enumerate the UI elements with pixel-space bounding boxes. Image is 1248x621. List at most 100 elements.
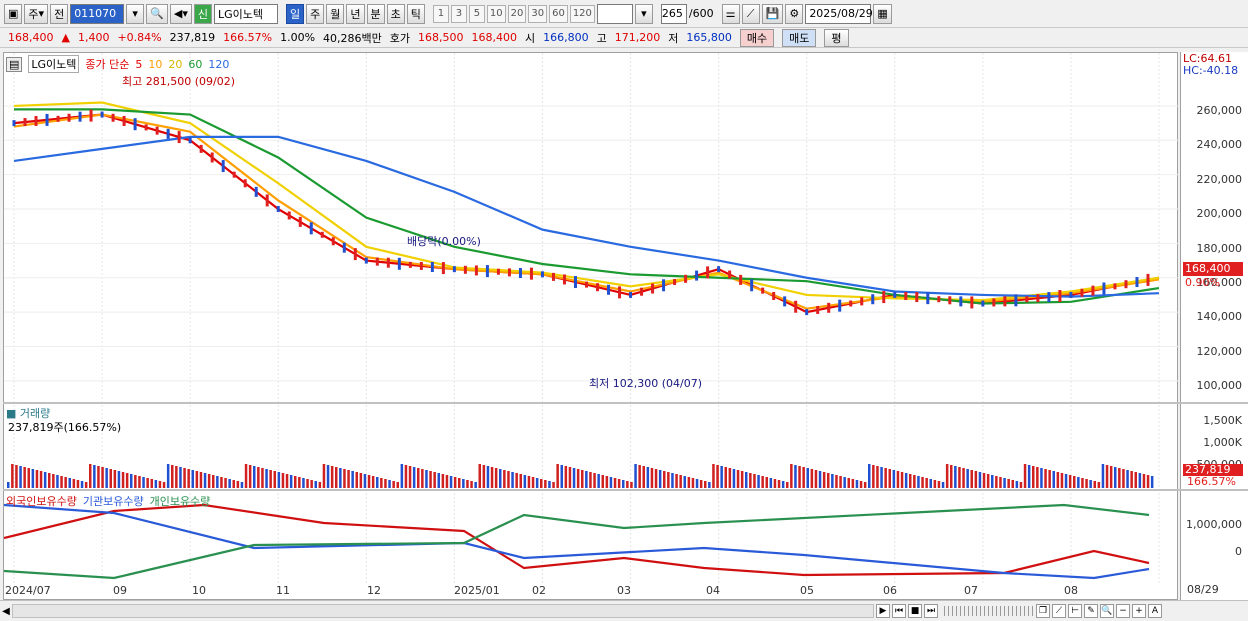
volume-bar bbox=[736, 470, 740, 488]
gear-icon[interactable]: ⚙ bbox=[785, 3, 804, 24]
price-candle bbox=[794, 300, 798, 313]
speaker-icon[interactable]: ◀▾ bbox=[169, 3, 192, 24]
save-icon[interactable]: 💾 bbox=[761, 3, 784, 24]
ruler-icon[interactable]: ⊢ bbox=[1068, 604, 1082, 618]
xtick-04: 04 bbox=[706, 584, 720, 597]
price-candle bbox=[320, 231, 324, 238]
period-week[interactable]: 주 bbox=[306, 3, 325, 24]
price-candle bbox=[23, 118, 27, 127]
stop-icon[interactable]: ■ bbox=[908, 604, 922, 618]
search-icon[interactable]: 🔍 bbox=[146, 3, 168, 24]
xtick-02: 02 bbox=[532, 584, 546, 597]
copy-icon[interactable]: ❐ bbox=[1036, 604, 1050, 618]
volume-bar bbox=[236, 481, 240, 488]
volume-bar bbox=[671, 473, 674, 488]
volume-bar bbox=[425, 470, 428, 488]
volume-bar bbox=[179, 467, 182, 488]
period-year[interactable]: 년 bbox=[346, 3, 365, 24]
volume-bar bbox=[622, 480, 625, 488]
volume-bar bbox=[60, 476, 63, 488]
pane-separator-volume[interactable] bbox=[3, 402, 1248, 404]
ma5-label: 5 bbox=[135, 57, 143, 71]
interval-5[interactable]: 5 bbox=[468, 4, 485, 23]
horizontal-scrollbar[interactable] bbox=[12, 604, 874, 618]
candle-style-icon[interactable]: ⚌ bbox=[721, 3, 740, 24]
zoom-icon[interactable]: 🔍 bbox=[1100, 604, 1114, 618]
interval-120[interactable]: 120 bbox=[569, 4, 595, 23]
price-candle bbox=[463, 265, 467, 274]
price-candle bbox=[706, 266, 710, 279]
eval-button[interactable]: 평 bbox=[824, 28, 849, 47]
volume-bar bbox=[712, 464, 715, 488]
chart-area[interactable]: ▤ LG이노텍 종가 단순 5 10 20 60 120 최고 281,500 … bbox=[3, 52, 1179, 600]
price-candle bbox=[651, 283, 655, 294]
sell-button[interactable]: 매도 bbox=[782, 28, 817, 47]
volume-bar bbox=[1097, 482, 1101, 488]
volume-bar bbox=[642, 466, 645, 488]
volume-bar bbox=[339, 468, 342, 488]
volume-bar bbox=[240, 482, 244, 488]
date-input[interactable]: 2025/08/29 bbox=[805, 3, 873, 24]
price-candle bbox=[695, 270, 699, 281]
dropdown-arrow-icon[interactable]: ▾ bbox=[126, 3, 145, 24]
volume-bar bbox=[548, 481, 551, 488]
ma20-label: 20 bbox=[168, 57, 183, 71]
scroll-right-icon[interactable]: ▶ bbox=[876, 604, 890, 618]
period-minute[interactable]: 분 bbox=[366, 3, 385, 24]
period-tick[interactable]: 틱 bbox=[406, 3, 425, 24]
volume-bar bbox=[363, 474, 367, 488]
chart-menu-icon[interactable]: ▤ bbox=[6, 56, 23, 72]
first-page-icon[interactable]: ⏮ bbox=[892, 604, 906, 618]
period-second[interactable]: 초 bbox=[386, 3, 405, 24]
pane-separator-holding[interactable] bbox=[3, 489, 1248, 491]
volume-bar bbox=[1007, 479, 1010, 488]
volume-bar bbox=[1109, 466, 1113, 488]
interval-custom-input[interactable] bbox=[596, 3, 633, 24]
interval-3[interactable]: 3 bbox=[450, 4, 467, 23]
xtick-08: 08 bbox=[1064, 584, 1078, 597]
last-page-icon[interactable]: ⏭ bbox=[924, 604, 938, 618]
period-day[interactable]: 일 bbox=[286, 3, 305, 24]
calendar-icon[interactable]: ▦ bbox=[873, 3, 892, 24]
interval-30[interactable]: 30 bbox=[528, 4, 548, 23]
text-tool-icon[interactable]: A bbox=[1148, 604, 1162, 618]
volume-bar bbox=[544, 480, 547, 488]
individual-holding-label: 개인보유수량 bbox=[149, 495, 211, 508]
volume-bar bbox=[503, 470, 506, 488]
volume-bar bbox=[269, 470, 272, 488]
draw-tool-icon[interactable]: ⟋ bbox=[1052, 604, 1066, 618]
interval-10[interactable]: 10 bbox=[486, 4, 506, 23]
volume-bar bbox=[765, 477, 768, 488]
speed-slider[interactable] bbox=[944, 606, 1034, 616]
window-icon[interactable]: ▣ bbox=[4, 3, 23, 24]
price-candle bbox=[133, 118, 137, 131]
count-input[interactable]: 265 bbox=[660, 3, 687, 24]
holding-ytick-0: 0 bbox=[1235, 545, 1242, 558]
ytick-200000: 200,000 bbox=[1196, 207, 1243, 220]
volume-bar bbox=[576, 469, 580, 488]
interval-1[interactable]: 1 bbox=[432, 4, 449, 23]
volume-bar bbox=[683, 476, 686, 488]
market-select-all[interactable]: 전 bbox=[50, 3, 69, 24]
chart-type-icon[interactable]: ⟋ bbox=[741, 3, 760, 24]
buy-button[interactable]: 매수 bbox=[739, 28, 775, 47]
zoom-in-icon[interactable]: + bbox=[1132, 604, 1146, 618]
market-select-main[interactable]: 주 ▾ bbox=[24, 3, 49, 24]
volume-bar bbox=[171, 465, 174, 488]
volume-bar bbox=[872, 465, 875, 488]
price-candle bbox=[188, 137, 192, 144]
pencil-icon[interactable]: ✎ bbox=[1084, 604, 1098, 618]
scroll-left-icon[interactable]: ◀ bbox=[0, 604, 12, 618]
interval-60[interactable]: 60 bbox=[549, 4, 568, 23]
period-month[interactable]: 월 bbox=[326, 3, 345, 24]
interval-dropdown-icon[interactable]: ▾ bbox=[634, 3, 653, 24]
volume-bar bbox=[1085, 479, 1088, 488]
interval-20[interactable]: 20 bbox=[507, 4, 527, 23]
volume-bar bbox=[244, 464, 248, 488]
volume-bar bbox=[917, 476, 920, 488]
zoom-out-icon[interactable]: − bbox=[1116, 604, 1130, 618]
volume-bar bbox=[27, 468, 30, 488]
xtick-12: 12 bbox=[367, 584, 381, 597]
legend-stock-name: LG이노텍 bbox=[28, 55, 80, 73]
stock-code-input[interactable]: 011070 bbox=[70, 3, 125, 24]
